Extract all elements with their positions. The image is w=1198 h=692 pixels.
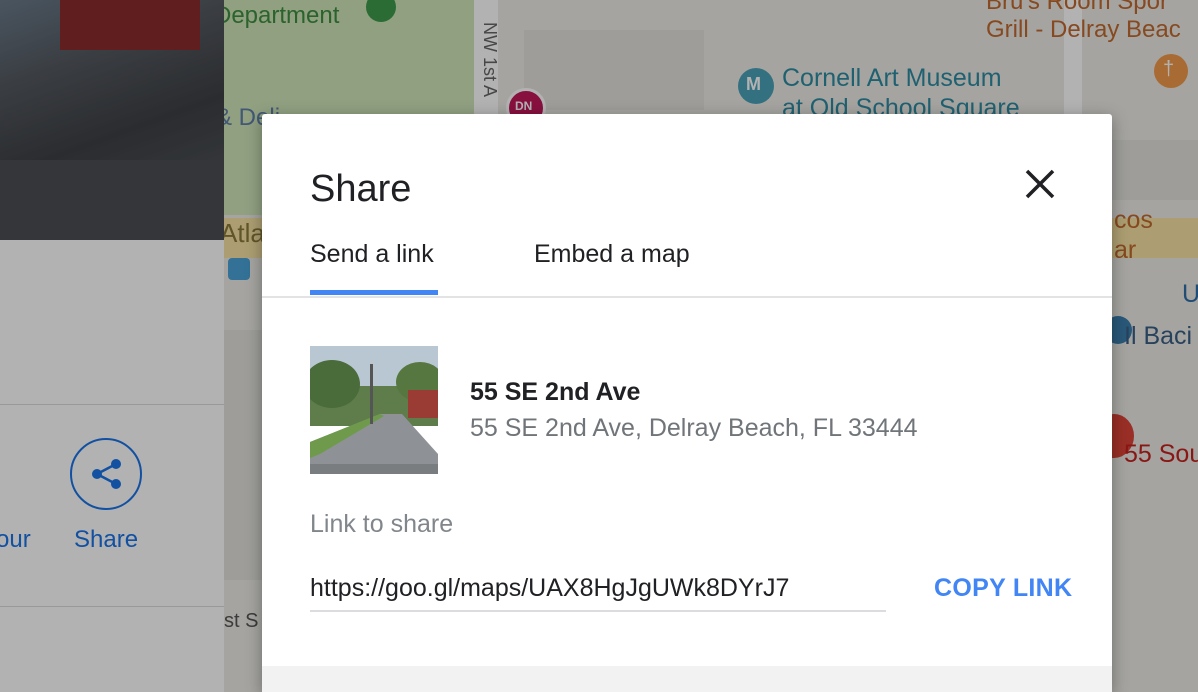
share-dialog: Share Send a link Embed a map 55 SE 2nd … <box>262 114 1112 692</box>
tab-embed-a-map[interactable]: Embed a map <box>534 240 690 269</box>
active-tab-indicator <box>310 290 438 295</box>
tab-send-a-link[interactable]: Send a link <box>310 240 434 269</box>
share-link-field[interactable] <box>310 566 886 612</box>
place-address: 55 SE 2nd Ave, Delray Beach, FL 33444 <box>470 414 918 442</box>
street-thumbnail-image <box>310 346 438 474</box>
close-button[interactable] <box>1014 158 1066 210</box>
place-name: 55 SE 2nd Ave <box>470 378 641 406</box>
place-thumbnail <box>310 346 438 474</box>
link-to-share-label: Link to share <box>310 510 454 538</box>
close-icon <box>1025 169 1055 199</box>
tabs-divider <box>262 296 1112 298</box>
dialog-footer <box>262 666 1112 692</box>
copy-link-button[interactable]: COPY LINK <box>934 574 1072 603</box>
dialog-title: Share <box>310 168 412 210</box>
